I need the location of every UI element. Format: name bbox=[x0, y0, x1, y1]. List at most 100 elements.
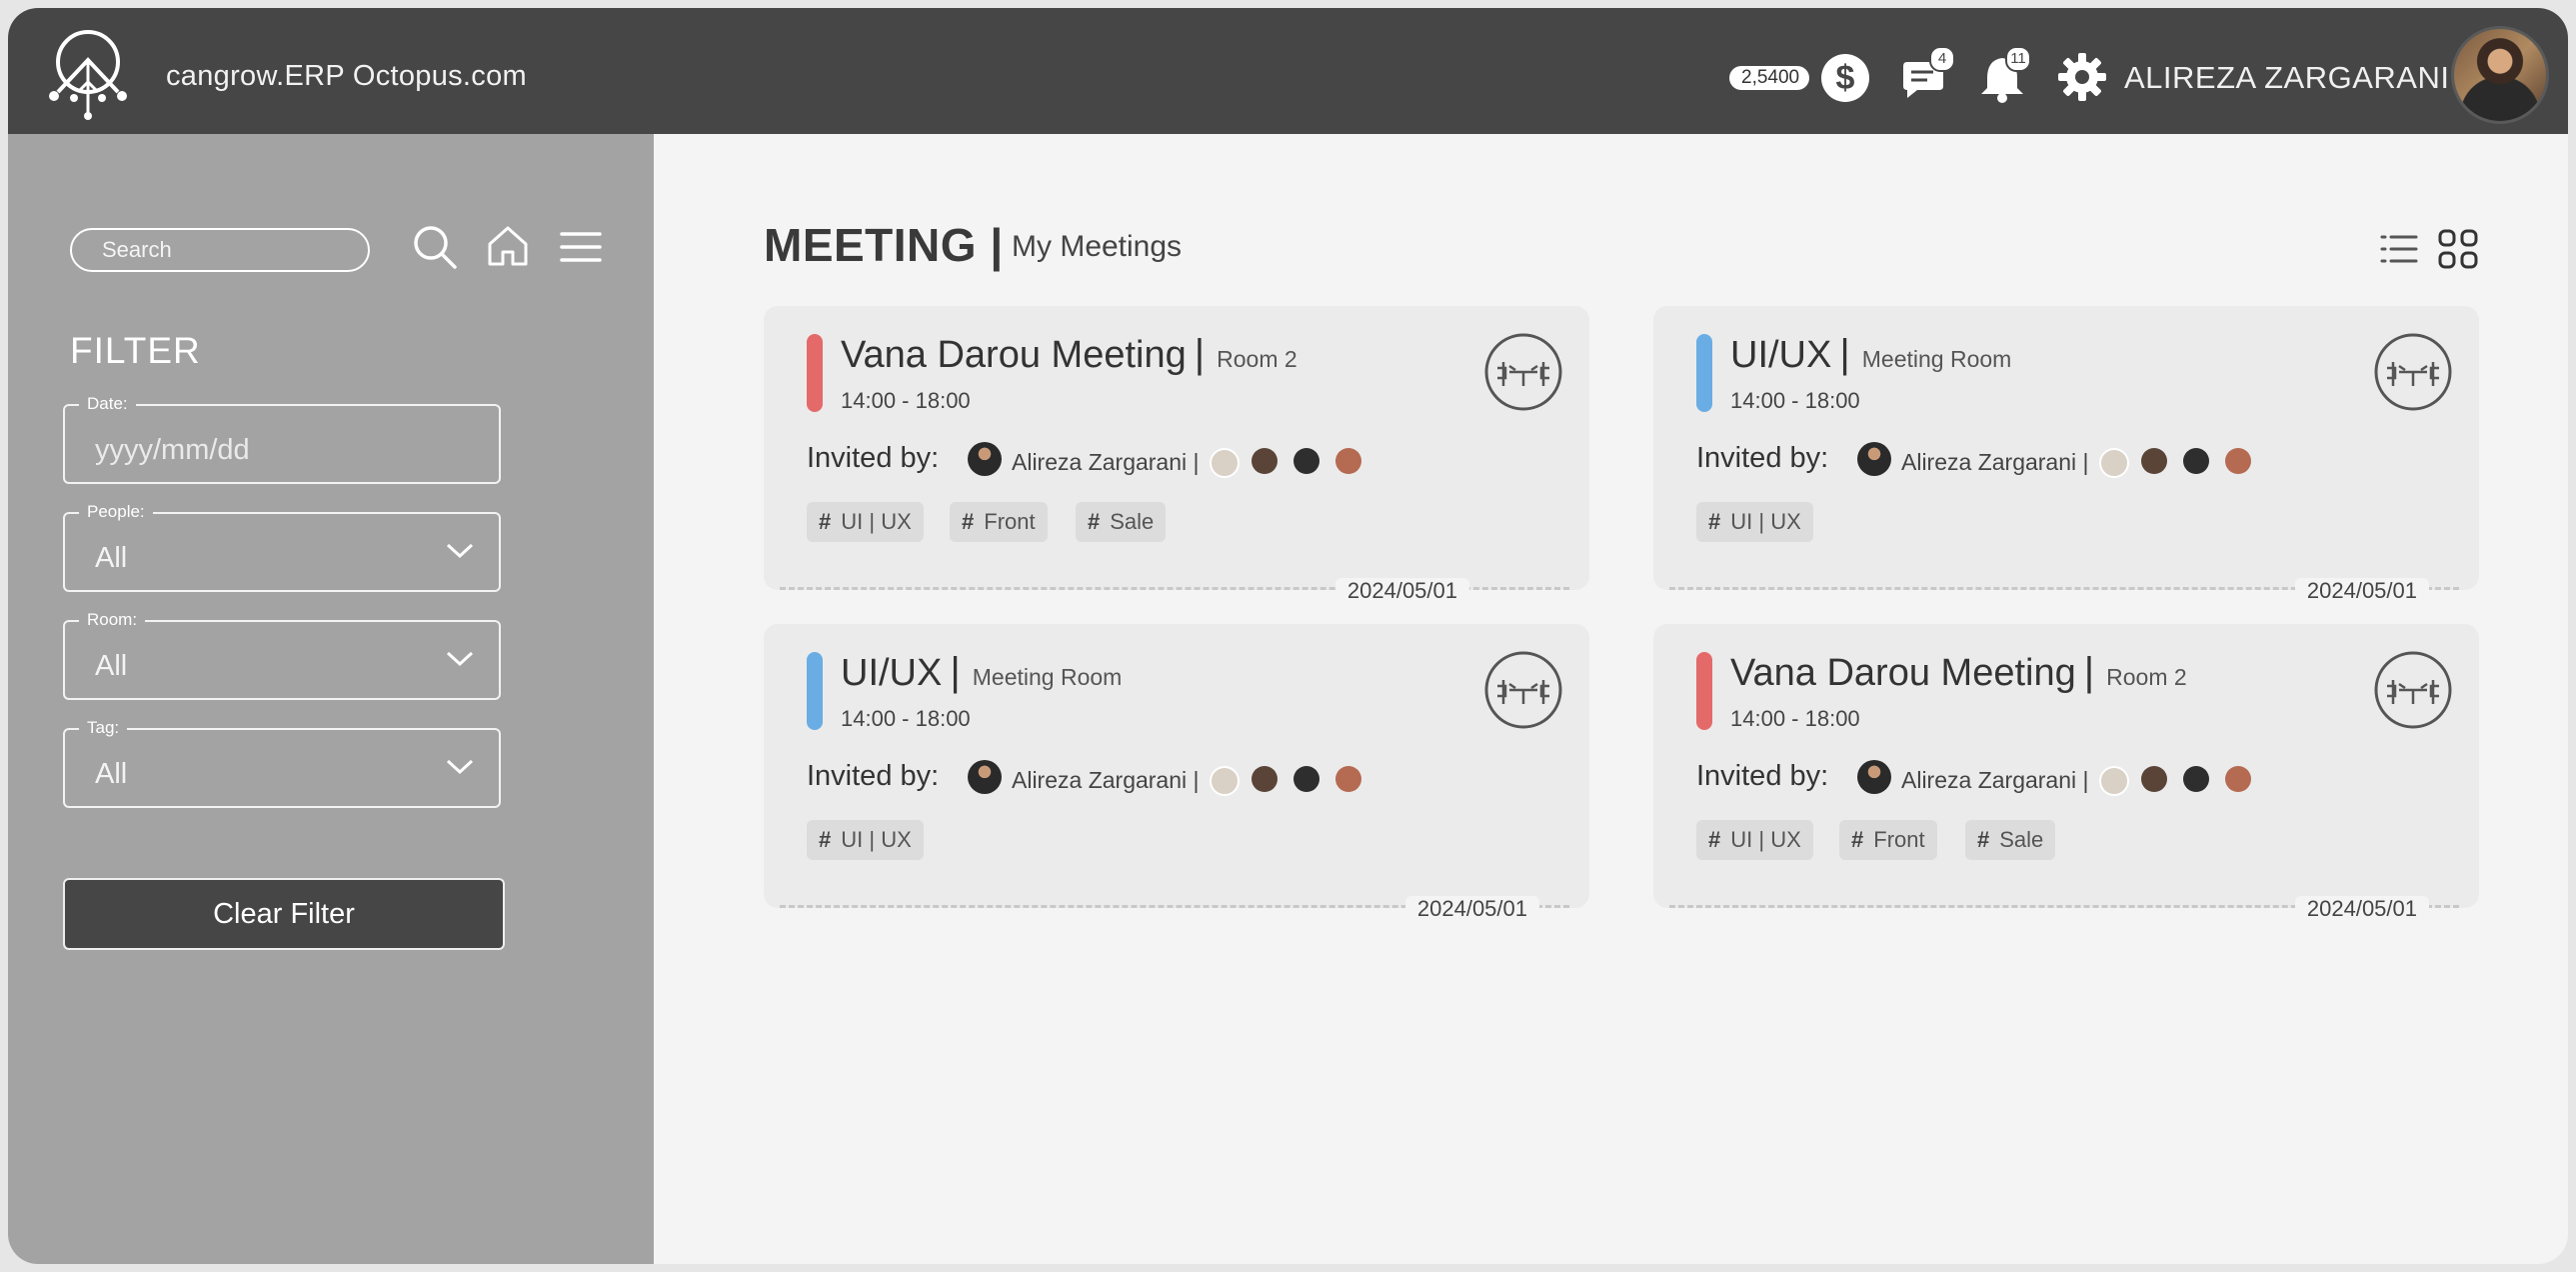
top-header: cangrow.ERP Octopus.com 2,5400 $ 4 11 AL… bbox=[8, 8, 2568, 134]
user-name[interactable]: ALIREZA ZARGARANI bbox=[2124, 60, 2449, 96]
meeting-card[interactable]: Vana Darou Meeting | Room 2 14:00 - 18:00 … bbox=[1653, 624, 2479, 922]
hash-icon: # bbox=[1088, 509, 1101, 534]
attendee-avatar[interactable] bbox=[1252, 766, 1278, 792]
chevron-down-icon bbox=[446, 759, 474, 775]
meeting-time: 14:00 - 18:00 bbox=[841, 388, 971, 413]
inviter-avatar[interactable] bbox=[968, 442, 1002, 476]
messages-count-badge: 4 bbox=[1929, 46, 1955, 72]
meeting-card[interactable]: UI/UX | Meeting Room 14:00 - 18:00 Invited… bbox=[764, 624, 1589, 922]
meeting-room: Meeting Room bbox=[972, 664, 1123, 690]
coin-balance: 2,5400 bbox=[1729, 66, 1810, 90]
brand-name: cangrow.ERP Octopus.com bbox=[166, 60, 527, 92]
meeting-date: 2024/05/01 bbox=[2294, 578, 2429, 604]
tag-chip[interactable]: # UI | UX bbox=[807, 502, 924, 542]
tag-chip[interactable]: # UI | UX bbox=[807, 820, 924, 860]
tag-label: Front bbox=[984, 509, 1036, 534]
meeting-time: 14:00 - 18:00 bbox=[1730, 388, 1860, 413]
tag-label: Front bbox=[1873, 827, 1925, 852]
grid-view-icon[interactable] bbox=[2437, 228, 2479, 270]
meeting-card[interactable]: UI/UX | Meeting Room 14:00 - 18:00 Invited… bbox=[1653, 306, 2479, 604]
attendee-avatar[interactable] bbox=[1335, 448, 1361, 474]
meeting-color-bar bbox=[1696, 334, 1712, 412]
meeting-title-line: UI/UX | Meeting Room bbox=[841, 650, 1122, 695]
meeting-title-line: Vana Darou Meeting | Room 2 bbox=[841, 332, 1297, 377]
meeting-table-icon[interactable] bbox=[2373, 332, 2453, 412]
meeting-title-line: UI/UX | Meeting Room bbox=[1730, 332, 2011, 377]
attendee-avatar[interactable] bbox=[1293, 766, 1319, 792]
attendee-avatar[interactable] bbox=[2225, 448, 2251, 474]
page-subtitle: My Meetings bbox=[1012, 230, 1183, 263]
attendee-avatar[interactable] bbox=[1210, 766, 1240, 796]
inviter-name: Alireza Zargarani | bbox=[1012, 449, 1200, 475]
tag-select[interactable]: Tag: All bbox=[63, 718, 501, 808]
hash-icon: # bbox=[819, 827, 832, 852]
invited-label: Invited by: bbox=[1696, 760, 1829, 792]
attendee-avatar[interactable] bbox=[1210, 448, 1240, 478]
meeting-time: 14:00 - 18:00 bbox=[841, 706, 971, 731]
chevron-down-icon bbox=[446, 651, 474, 667]
invited-label: Invited by: bbox=[1696, 442, 1829, 474]
gear-icon[interactable] bbox=[2057, 52, 2107, 102]
attendee-avatar[interactable] bbox=[1335, 766, 1361, 792]
attendee-avatar[interactable] bbox=[1293, 448, 1319, 474]
meeting-color-bar bbox=[807, 334, 823, 412]
user-avatar[interactable] bbox=[2451, 26, 2549, 124]
octopus-logo-icon[interactable] bbox=[38, 22, 138, 122]
home-icon[interactable] bbox=[486, 224, 530, 268]
date-label: Date: bbox=[79, 394, 136, 414]
tag-chip[interactable]: # Sale bbox=[1965, 820, 2056, 860]
attendee-avatar[interactable] bbox=[1252, 448, 1278, 474]
clear-filter-button[interactable]: Clear Filter bbox=[63, 878, 505, 950]
people-label: People: bbox=[79, 502, 153, 522]
invited-label: Invited by: bbox=[807, 442, 940, 474]
title-separator: | bbox=[1194, 332, 1206, 376]
inviter-avatar[interactable] bbox=[968, 760, 1002, 794]
attendee-avatar[interactable] bbox=[2141, 448, 2167, 474]
tag-chip[interactable]: # UI | UX bbox=[1696, 820, 1813, 860]
tag-label: Tag: bbox=[79, 718, 128, 738]
attendee-avatar[interactable] bbox=[2183, 766, 2209, 792]
title-separator: | bbox=[1839, 332, 1850, 376]
meeting-room: Meeting Room bbox=[1861, 346, 2012, 372]
attendee-avatar[interactable] bbox=[2099, 766, 2129, 796]
meeting-date: 2024/05/01 bbox=[2294, 896, 2429, 922]
room-select[interactable]: Room: All bbox=[63, 610, 501, 700]
chevron-down-icon bbox=[446, 543, 474, 559]
tag-chip[interactable]: # Sale bbox=[1076, 502, 1167, 542]
inviter-avatar[interactable] bbox=[1857, 442, 1891, 476]
meeting-card[interactable]: Vana Darou Meeting | Room 2 14:00 - 18:00 … bbox=[764, 306, 1589, 604]
search-icon[interactable] bbox=[412, 224, 458, 270]
list-view-icon[interactable] bbox=[2379, 232, 2419, 266]
attendee-avatar[interactable] bbox=[2225, 766, 2251, 792]
meeting-title: Vana Darou Meeting bbox=[1730, 652, 2076, 694]
meeting-table-icon[interactable] bbox=[1483, 332, 1563, 412]
hash-icon: # bbox=[1851, 827, 1864, 852]
tag-label: UI | UX bbox=[1730, 509, 1801, 534]
attendee-avatar[interactable] bbox=[2183, 448, 2209, 474]
inviter-avatar[interactable] bbox=[1857, 760, 1891, 794]
date-placeholder: yyyy/mm/dd bbox=[95, 434, 250, 466]
meeting-room: Room 2 bbox=[1217, 346, 1297, 372]
app-window: cangrow.ERP Octopus.com 2,5400 $ 4 11 AL… bbox=[8, 8, 2568, 1264]
attendee-avatar[interactable] bbox=[2141, 766, 2167, 792]
filter-title: FILTER bbox=[70, 330, 201, 371]
date-field[interactable]: Date: yyyy/mm/dd bbox=[63, 394, 501, 484]
attendee-avatar[interactable] bbox=[2099, 448, 2129, 478]
meeting-table-icon[interactable] bbox=[1483, 650, 1563, 730]
meeting-title: Vana Darou Meeting bbox=[841, 334, 1187, 376]
page-title: MEETING | bbox=[764, 219, 1004, 271]
tag-chip[interactable]: # UI | UX bbox=[1696, 502, 1813, 542]
tag-chip[interactable]: # Front bbox=[1839, 820, 1937, 860]
tag-chip[interactable]: # Front bbox=[950, 502, 1048, 542]
people-select[interactable]: People: All bbox=[63, 502, 501, 592]
hamburger-menu-icon[interactable] bbox=[560, 230, 602, 264]
title-separator: | bbox=[2083, 650, 2095, 694]
room-value: All bbox=[95, 650, 128, 682]
meeting-date: 2024/05/01 bbox=[1334, 578, 1469, 604]
meeting-title-line: Vana Darou Meeting | Room 2 bbox=[1730, 650, 2187, 695]
meeting-table-icon[interactable] bbox=[2373, 650, 2453, 730]
hash-icon: # bbox=[819, 509, 832, 534]
search-input[interactable] bbox=[70, 228, 370, 272]
meeting-title: UI/UX bbox=[1730, 334, 1832, 376]
dollar-coin-icon[interactable]: $ bbox=[1821, 54, 1869, 102]
